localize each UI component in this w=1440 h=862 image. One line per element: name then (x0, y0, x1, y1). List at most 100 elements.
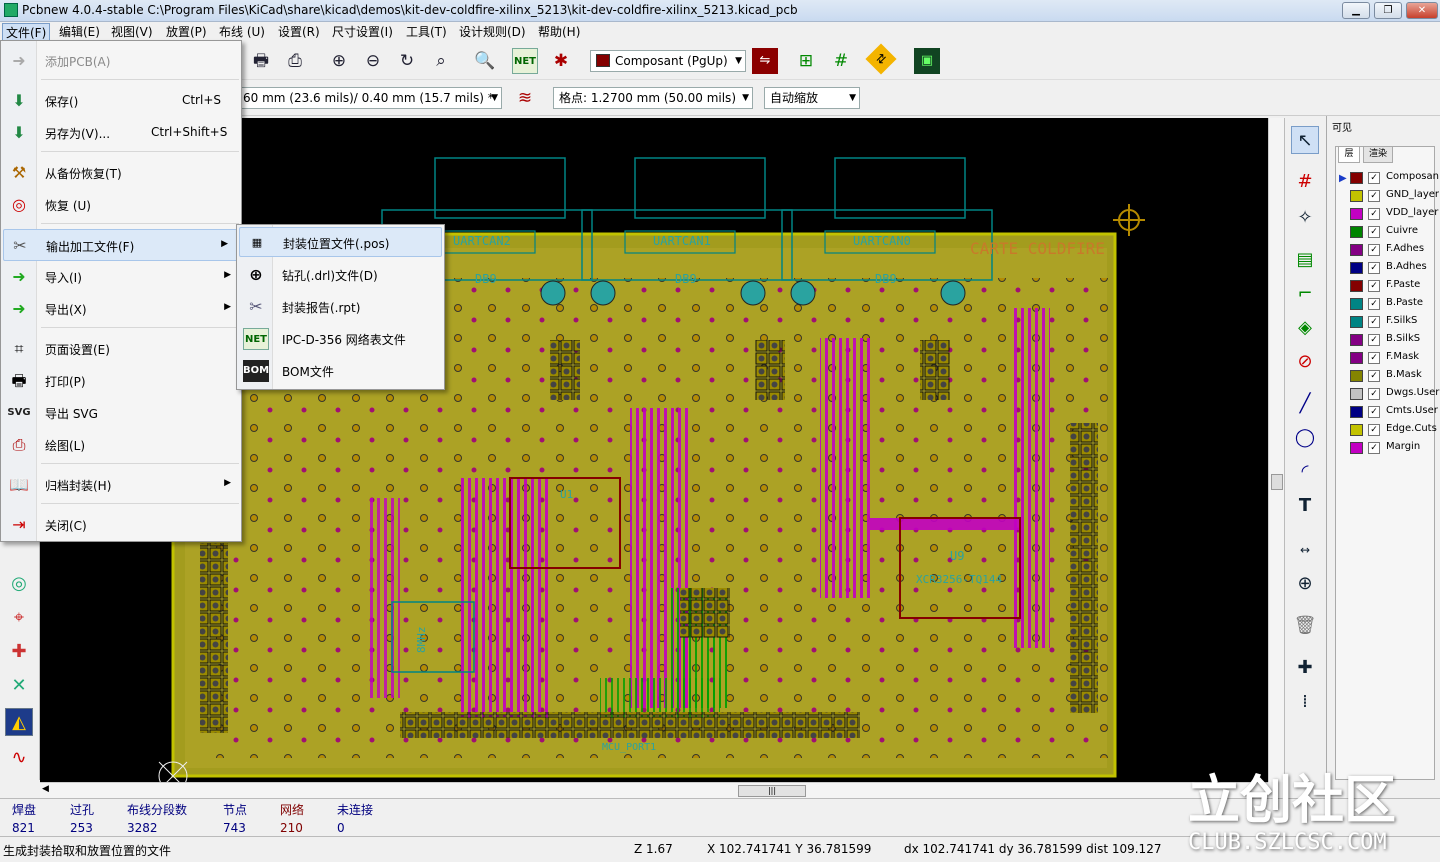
track-width-select[interactable]: 60 mm (23.6 mils)/ 0.40 mm (15.7 mils) *… (236, 87, 502, 109)
show-vias-icon[interactable]: ⌖ (5, 604, 33, 632)
layer-color-swatch[interactable] (1350, 442, 1363, 454)
highlight-net-icon[interactable]: # (1291, 168, 1319, 196)
layer-row[interactable]: ✓ B.Adhes (1347, 260, 1439, 276)
minimize-button[interactable]: ▁ (1342, 2, 1370, 19)
auto-route-icon[interactable]: # (828, 48, 854, 74)
zoom-in-icon[interactable]: ⊕ (326, 48, 352, 74)
submenu-item-drill-file[interactable]: ⊕ 钻孔(.drl)文件(D) (239, 260, 442, 290)
menu-preferences[interactable]: 设置(R) (275, 23, 323, 41)
menu-place[interactable]: 放置(P) (163, 23, 210, 41)
layer-color-swatch[interactable] (1350, 262, 1363, 274)
add-circle-icon[interactable]: ◯ (1291, 424, 1319, 452)
menu-item-save-as[interactable]: ⬇ 另存为(V)... Ctrl+Shift+S (1, 119, 241, 147)
zoom-select[interactable]: 自动缩放 ▼ (764, 87, 860, 109)
menu-file[interactable]: 文件(F) (2, 23, 51, 41)
layer-visibility-checkbox[interactable]: ✓ (1368, 388, 1380, 400)
tab-layers[interactable]: 层 (1338, 146, 1360, 163)
grid-origin-icon[interactable]: ⁞ (1291, 688, 1319, 716)
menu-dimensions[interactable]: 尺寸设置(I) (329, 23, 396, 41)
find-icon[interactable]: 🔍 (472, 48, 498, 74)
layer-color-swatch[interactable] (1350, 208, 1363, 220)
layer-row[interactable]: ✓ F.Adhes (1347, 242, 1439, 258)
layer-color-swatch[interactable] (1350, 226, 1363, 238)
layer-row[interactable]: ✓ VDD_layer (1347, 206, 1439, 222)
local-ratsnest-icon[interactable]: ✧ (1291, 204, 1319, 232)
drc-icon[interactable]: ✱ (548, 48, 574, 74)
submenu-item-bom[interactable]: BOM BOM文件 (239, 356, 442, 386)
tab-render[interactable]: 渲染 (1363, 146, 1393, 163)
menu-item-append-board[interactable]: ➜ 添加PCB(A) (1, 47, 241, 75)
menu-item-plot[interactable]: ⎙ 绘图(L) (1, 431, 241, 459)
layer-row[interactable]: ✓ GND_layer (1347, 188, 1439, 204)
grid-select[interactable]: 格点: 1.2700 mm (50.00 mils) ▼ (553, 87, 753, 109)
submenu-item-ipc-netlist[interactable]: NET IPC-D-356 网络表文件 (239, 324, 442, 354)
layer-color-swatch[interactable] (1350, 298, 1363, 310)
layer-row[interactable]: ✓ Edge.Cuts (1347, 422, 1439, 438)
menu-route[interactable]: 布线 (U) (216, 23, 268, 41)
layer-select[interactable]: Composant (PgUp) ▼ (590, 50, 746, 72)
layer-row[interactable]: ✓ F.SilkS (1347, 314, 1439, 330)
horizontal-scroll-thumb[interactable]: ||| (738, 785, 806, 797)
redraw-icon[interactable]: ↻ (394, 48, 420, 74)
add-footprint-icon[interactable]: ▤ (1291, 246, 1319, 274)
layer-row[interactable]: ✓ Cmts.User (1347, 404, 1439, 420)
scroll-left-icon[interactable]: ◀ (42, 784, 49, 794)
menu-design-rules[interactable]: 设计规则(D) (456, 23, 529, 41)
layer-visibility-checkbox[interactable]: ✓ (1368, 406, 1380, 418)
delete-icon[interactable]: 🗑 (1291, 612, 1319, 640)
add-zone-icon[interactable]: ◈ (1291, 314, 1319, 342)
layer-visibility-checkbox[interactable]: ✓ (1368, 244, 1380, 256)
maximize-button[interactable]: ❐ (1374, 2, 1402, 19)
layer-color-swatch[interactable] (1350, 190, 1363, 202)
menu-tools[interactable]: 工具(T) (403, 23, 450, 41)
track-width-auto-icon[interactable]: ≋ (512, 85, 538, 111)
layer-visibility-checkbox[interactable]: ✓ (1368, 298, 1380, 310)
layer-row[interactable]: ✓ B.Mask (1347, 368, 1439, 384)
layer-color-swatch[interactable] (1350, 352, 1363, 364)
menu-item-fabrication-outputs[interactable]: ✂ 输出加工文件(F) ▶ (3, 229, 239, 261)
zoom-fit-icon[interactable]: ⌕ (428, 48, 454, 74)
layer-color-swatch[interactable] (1350, 388, 1363, 400)
layer-color-swatch[interactable] (1350, 316, 1363, 328)
layer-visibility-checkbox[interactable]: ✓ (1368, 442, 1380, 454)
add-arc-icon[interactable]: ◜ (1291, 458, 1319, 486)
set-origin-icon[interactable]: ✚ (1291, 654, 1319, 682)
layer-row[interactable]: ✓ Dwgs.User (1347, 386, 1439, 402)
add-text-icon[interactable]: T (1291, 492, 1319, 520)
layer-visibility-checkbox[interactable]: ✓ (1368, 424, 1380, 436)
layer-visibility-checkbox[interactable]: ✓ (1368, 208, 1380, 220)
zoom-out-icon[interactable]: ⊖ (360, 48, 386, 74)
netlist-icon[interactable]: NET (512, 48, 538, 74)
layer-visibility-checkbox[interactable]: ✓ (1368, 226, 1380, 238)
layer-visibility-checkbox[interactable]: ✓ (1368, 370, 1380, 382)
layer-visibility-checkbox[interactable]: ✓ (1368, 190, 1380, 202)
layer-color-swatch[interactable] (1350, 406, 1363, 418)
add-target-icon[interactable]: ⊕ (1291, 570, 1319, 598)
horizontal-scrollbar[interactable]: ◀ ||| (40, 782, 1268, 798)
menu-item-print[interactable]: 🖶 打印(P) (1, 367, 241, 395)
layer-visibility-checkbox[interactable]: ✓ (1368, 280, 1380, 292)
menu-item-export-svg[interactable]: SVG 导出 SVG (1, 399, 241, 427)
layer-visibility-checkbox[interactable]: ✓ (1368, 334, 1380, 346)
layer-row[interactable]: ✓ B.Paste (1347, 296, 1439, 312)
layer-color-swatch[interactable] (1350, 334, 1363, 346)
vertical-scroll-thumb[interactable] (1271, 474, 1283, 490)
menu-item-page-settings[interactable]: ⌗ 页面设置(E) (1, 335, 241, 363)
ratsnest-icon[interactable]: ✚ (5, 638, 33, 666)
submenu-item-footprint-report[interactable]: ✂ 封装报告(.rpt) (239, 292, 442, 322)
select-arrow-icon[interactable]: ↖ (1291, 126, 1319, 154)
module-ratsnest-icon[interactable]: ✕ (5, 672, 33, 700)
keepout-icon[interactable]: ⊘ (1291, 348, 1319, 376)
close-button[interactable]: ✕ (1406, 2, 1438, 19)
show-pads-icon[interactable]: ◎ (5, 570, 33, 598)
layer-color-swatch[interactable] (1350, 280, 1363, 292)
menu-item-restore-backup[interactable]: ⚒ 从备份恢复(T) (1, 159, 241, 187)
layer-visibility-checkbox[interactable]: ✓ (1368, 352, 1380, 364)
layer-color-swatch[interactable] (1350, 370, 1363, 382)
layer-color-swatch[interactable] (1350, 424, 1363, 436)
plot-icon[interactable]: ⎙ (282, 48, 308, 74)
microwave-tools-icon[interactable]: ∿ (5, 744, 33, 772)
layer-row[interactable]: ✓ Margin (1347, 440, 1439, 456)
layer-visibility-checkbox[interactable]: ✓ (1368, 316, 1380, 328)
layer-row[interactable]: ✓ B.SilkS (1347, 332, 1439, 348)
